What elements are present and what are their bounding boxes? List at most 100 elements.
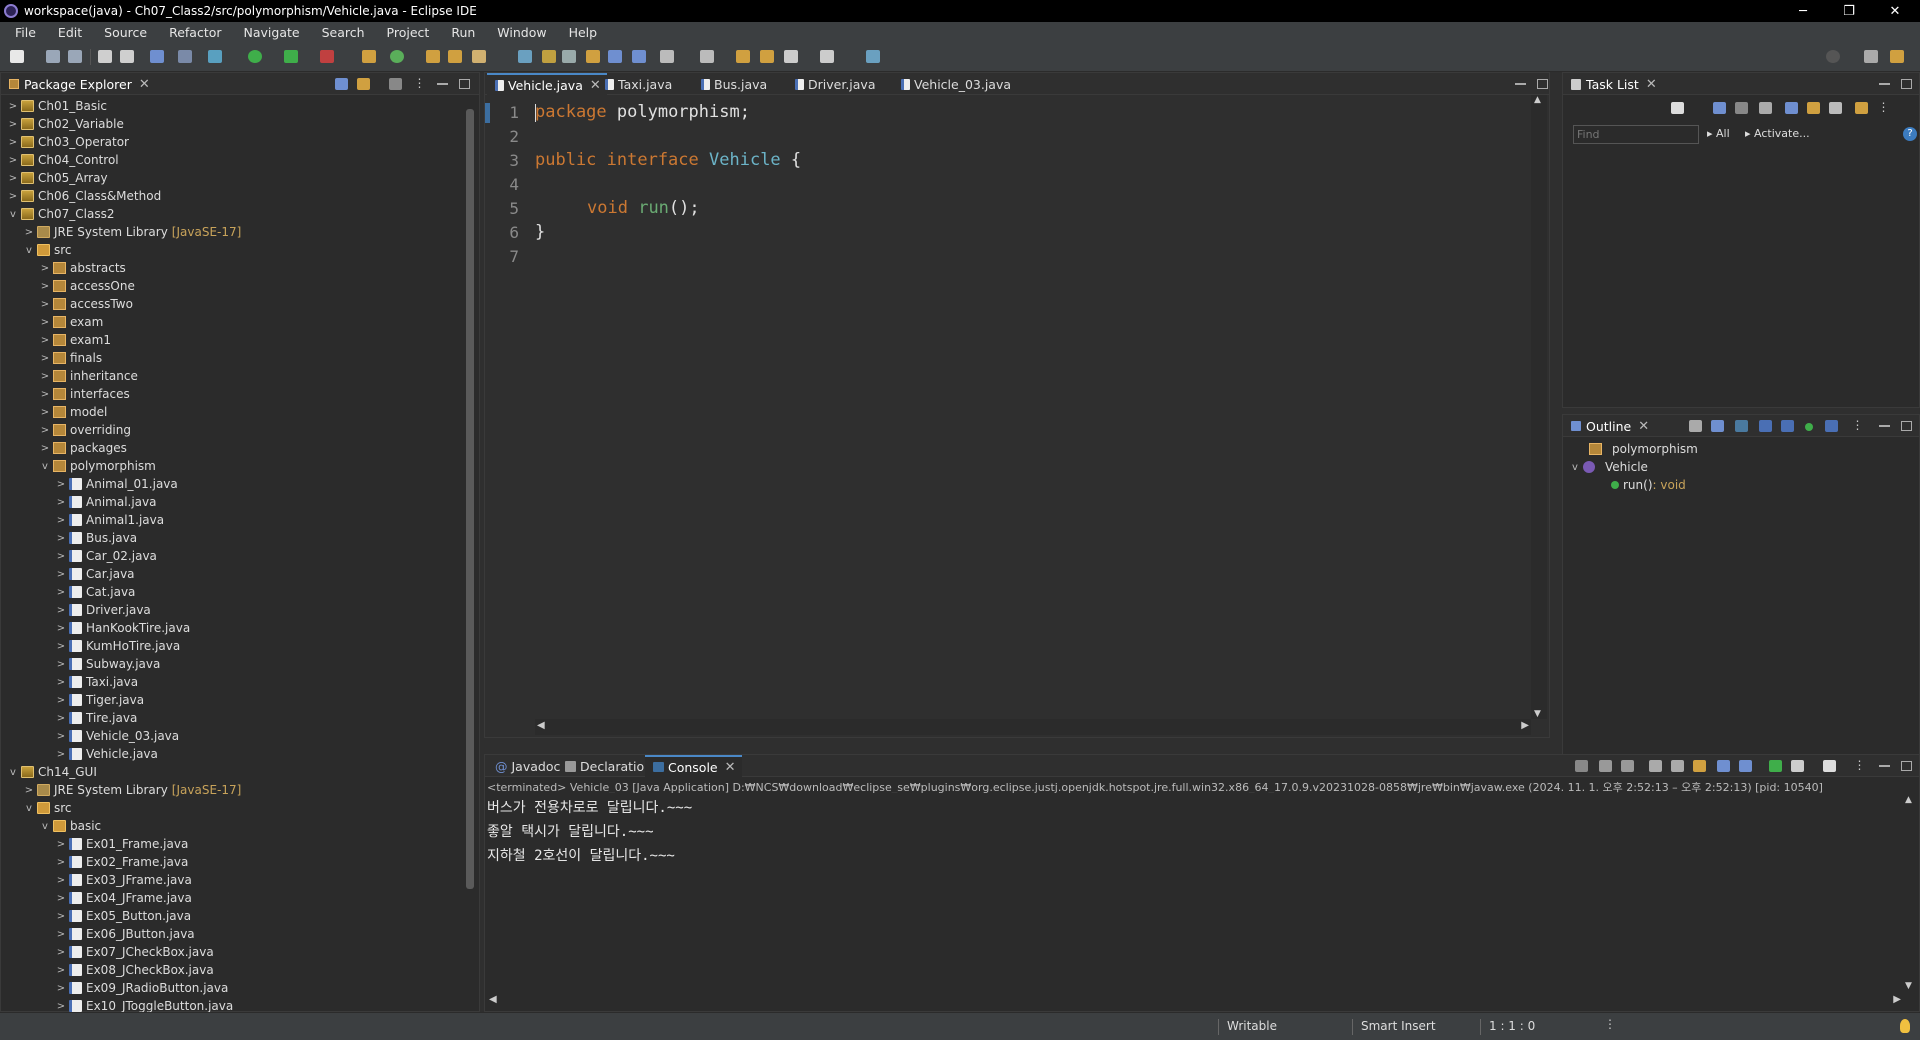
tree-item[interactable]: > Animal.java xyxy=(55,493,157,511)
status-cursor-position[interactable]: 1 : 1 : 0 xyxy=(1480,1019,1535,1035)
tab-outline[interactable]: Outline ✕ xyxy=(1565,415,1655,437)
tree-scrollbar[interactable] xyxy=(463,97,477,1011)
tree-item[interactable]: > accessTwo xyxy=(39,295,133,313)
console-horizontal-scrollbar[interactable]: ◀ ▶ xyxy=(487,993,1903,1009)
tree-item[interactable]: > Animal_01.java xyxy=(55,475,178,493)
tab-console[interactable]: Console ✕ xyxy=(645,755,742,777)
chevron-right-icon[interactable]: > xyxy=(55,587,67,598)
scroll-down-icon[interactable]: ▼ xyxy=(1534,709,1541,719)
tab-taxi-java[interactable]: Taxi.java xyxy=(597,73,678,95)
chevron-right-icon[interactable]: > xyxy=(55,911,67,922)
menu-edit[interactable]: Edit xyxy=(47,25,93,40)
tree-item[interactable]: > Ch05_Array xyxy=(7,169,108,187)
minimize-view-icon[interactable] xyxy=(437,79,448,85)
chevron-right-icon[interactable]: > xyxy=(39,281,51,292)
chevron-right-icon[interactable]: > xyxy=(7,101,19,112)
tab-vehicle-java[interactable]: Vehicle.java ✕ xyxy=(487,73,607,95)
chevron-right-icon[interactable]: > xyxy=(55,731,67,742)
tree-item[interactable]: > Vehicle.java xyxy=(55,745,158,763)
outline-package-node[interactable]: polymorphism xyxy=(1587,440,1698,458)
chevron-right-icon[interactable]: > xyxy=(39,353,51,364)
minimize-view-icon[interactable] xyxy=(1879,421,1890,427)
tree-item[interactable]: v src xyxy=(23,799,72,817)
minimize-view-icon[interactable] xyxy=(1879,79,1890,85)
chevron-right-icon[interactable]: > xyxy=(55,695,67,706)
tree-item[interactable]: v src xyxy=(23,241,72,259)
chevron-right-icon[interactable]: > xyxy=(55,857,67,868)
open-console-icon[interactable] xyxy=(1823,760,1836,772)
maximize-view-icon[interactable] xyxy=(1901,421,1912,431)
tree-item[interactable]: > JRE System Library [JavaSE-17] xyxy=(23,223,242,241)
collapse-all-icon[interactable] xyxy=(1689,420,1702,432)
tree-item[interactable]: > Vehicle_03.java xyxy=(55,727,179,745)
display-console-icon[interactable] xyxy=(1791,760,1804,772)
chevron-right-icon[interactable]: > xyxy=(7,155,19,166)
minimize-view-icon[interactable] xyxy=(1515,79,1526,85)
maximize-view-icon[interactable] xyxy=(1901,761,1912,771)
chevron-right-icon[interactable]: > xyxy=(23,227,35,238)
open-resource-icon[interactable] xyxy=(448,50,462,63)
task-all-link[interactable]: ▸ All xyxy=(1707,127,1730,140)
show-on-error-icon[interactable] xyxy=(1739,760,1752,772)
scroll-down-icon[interactable]: ▼ xyxy=(1905,981,1912,991)
tree-item[interactable]: > Car.java xyxy=(55,565,135,583)
new-task-icon[interactable] xyxy=(1671,102,1684,114)
remove-launch-icon[interactable] xyxy=(1599,760,1612,772)
chevron-right-icon[interactable]: > xyxy=(55,569,67,580)
chevron-right-icon[interactable]: > xyxy=(39,299,51,310)
chevron-down-icon[interactable]: v xyxy=(39,461,51,472)
scroll-up-icon[interactable]: ▲ xyxy=(1534,95,1541,105)
remove-all-icon[interactable] xyxy=(1621,760,1634,772)
focus-icon[interactable] xyxy=(1759,102,1772,114)
run-icon[interactable] xyxy=(248,50,262,63)
chevron-right-icon[interactable]: > xyxy=(55,875,67,886)
tree-item[interactable]: v Ch14_GUI xyxy=(7,763,97,781)
menu-navigate[interactable]: Navigate xyxy=(233,25,311,40)
chevron-right-icon[interactable]: > xyxy=(55,497,67,508)
collapse-all-icon[interactable] xyxy=(335,78,348,90)
scroll-up-icon[interactable]: ▲ xyxy=(1905,795,1912,805)
view-menu-icon[interactable]: ⋮ xyxy=(413,76,426,90)
chevron-right-icon[interactable]: > xyxy=(55,551,67,562)
link-editor-icon[interactable] xyxy=(357,78,370,90)
outline-interface-node[interactable]: v Vehicle xyxy=(1569,458,1648,476)
chevron-down-icon[interactable]: v xyxy=(1569,462,1581,473)
view-menu-icon[interactable]: ⋮ xyxy=(1853,758,1866,772)
pin-console-icon[interactable] xyxy=(1769,760,1782,772)
tree-item[interactable]: > abstracts xyxy=(39,259,126,277)
chevron-down-icon[interactable]: v xyxy=(23,245,35,256)
tree-item[interactable]: > finals xyxy=(39,349,102,367)
toggle-edit-icon[interactable] xyxy=(542,50,556,63)
close-icon[interactable]: ✕ xyxy=(1638,419,1649,434)
toggle-block-icon[interactable] xyxy=(562,50,576,63)
filter-icon[interactable] xyxy=(1735,102,1748,114)
menu-search[interactable]: Search xyxy=(311,25,376,40)
tab-javadoc[interactable]: @ Javadoc xyxy=(489,755,566,777)
tree-item[interactable]: > Tiger.java xyxy=(55,691,144,709)
tree-item[interactable]: > model xyxy=(39,403,108,421)
chevron-right-icon[interactable]: > xyxy=(55,479,67,490)
chevron-right-icon[interactable]: > xyxy=(39,335,51,346)
tree-item[interactable]: > Tire.java xyxy=(55,709,138,727)
forward-icon[interactable] xyxy=(820,50,834,63)
tree-item[interactable]: v Ch07_Class2 xyxy=(7,205,114,223)
chevron-right-icon[interactable]: > xyxy=(39,317,51,328)
console-vertical-scrollbar[interactable]: ▲ ▼ xyxy=(1903,795,1917,991)
hide-fields-icon[interactable] xyxy=(1735,420,1748,432)
chevron-right-icon[interactable]: > xyxy=(55,515,67,526)
menu-source[interactable]: Source xyxy=(93,25,158,40)
tree-item[interactable]: > Ex06_JButton.java xyxy=(55,925,195,943)
tab-package-explorer[interactable]: Package Explorer ✕ xyxy=(3,73,156,95)
undo-icon[interactable] xyxy=(98,50,112,63)
debug-icon[interactable] xyxy=(208,50,222,63)
link-editor-icon[interactable] xyxy=(1825,420,1838,432)
tab-bus-java[interactable]: Bus.java xyxy=(693,73,773,95)
tree-item[interactable]: > inheritance xyxy=(39,367,138,385)
restore-button[interactable]: ❐ xyxy=(1826,0,1872,22)
view-menu-icon[interactable]: ⋮ xyxy=(1877,100,1890,114)
chevron-down-icon[interactable]: v xyxy=(7,209,19,220)
tree-item[interactable]: > Ch02_Variable xyxy=(7,115,124,133)
tree-item[interactable]: > accessOne xyxy=(39,277,135,295)
tab-declaration[interactable]: Declaration xyxy=(557,755,658,777)
tree-item[interactable]: > Taxi.java xyxy=(55,673,138,691)
